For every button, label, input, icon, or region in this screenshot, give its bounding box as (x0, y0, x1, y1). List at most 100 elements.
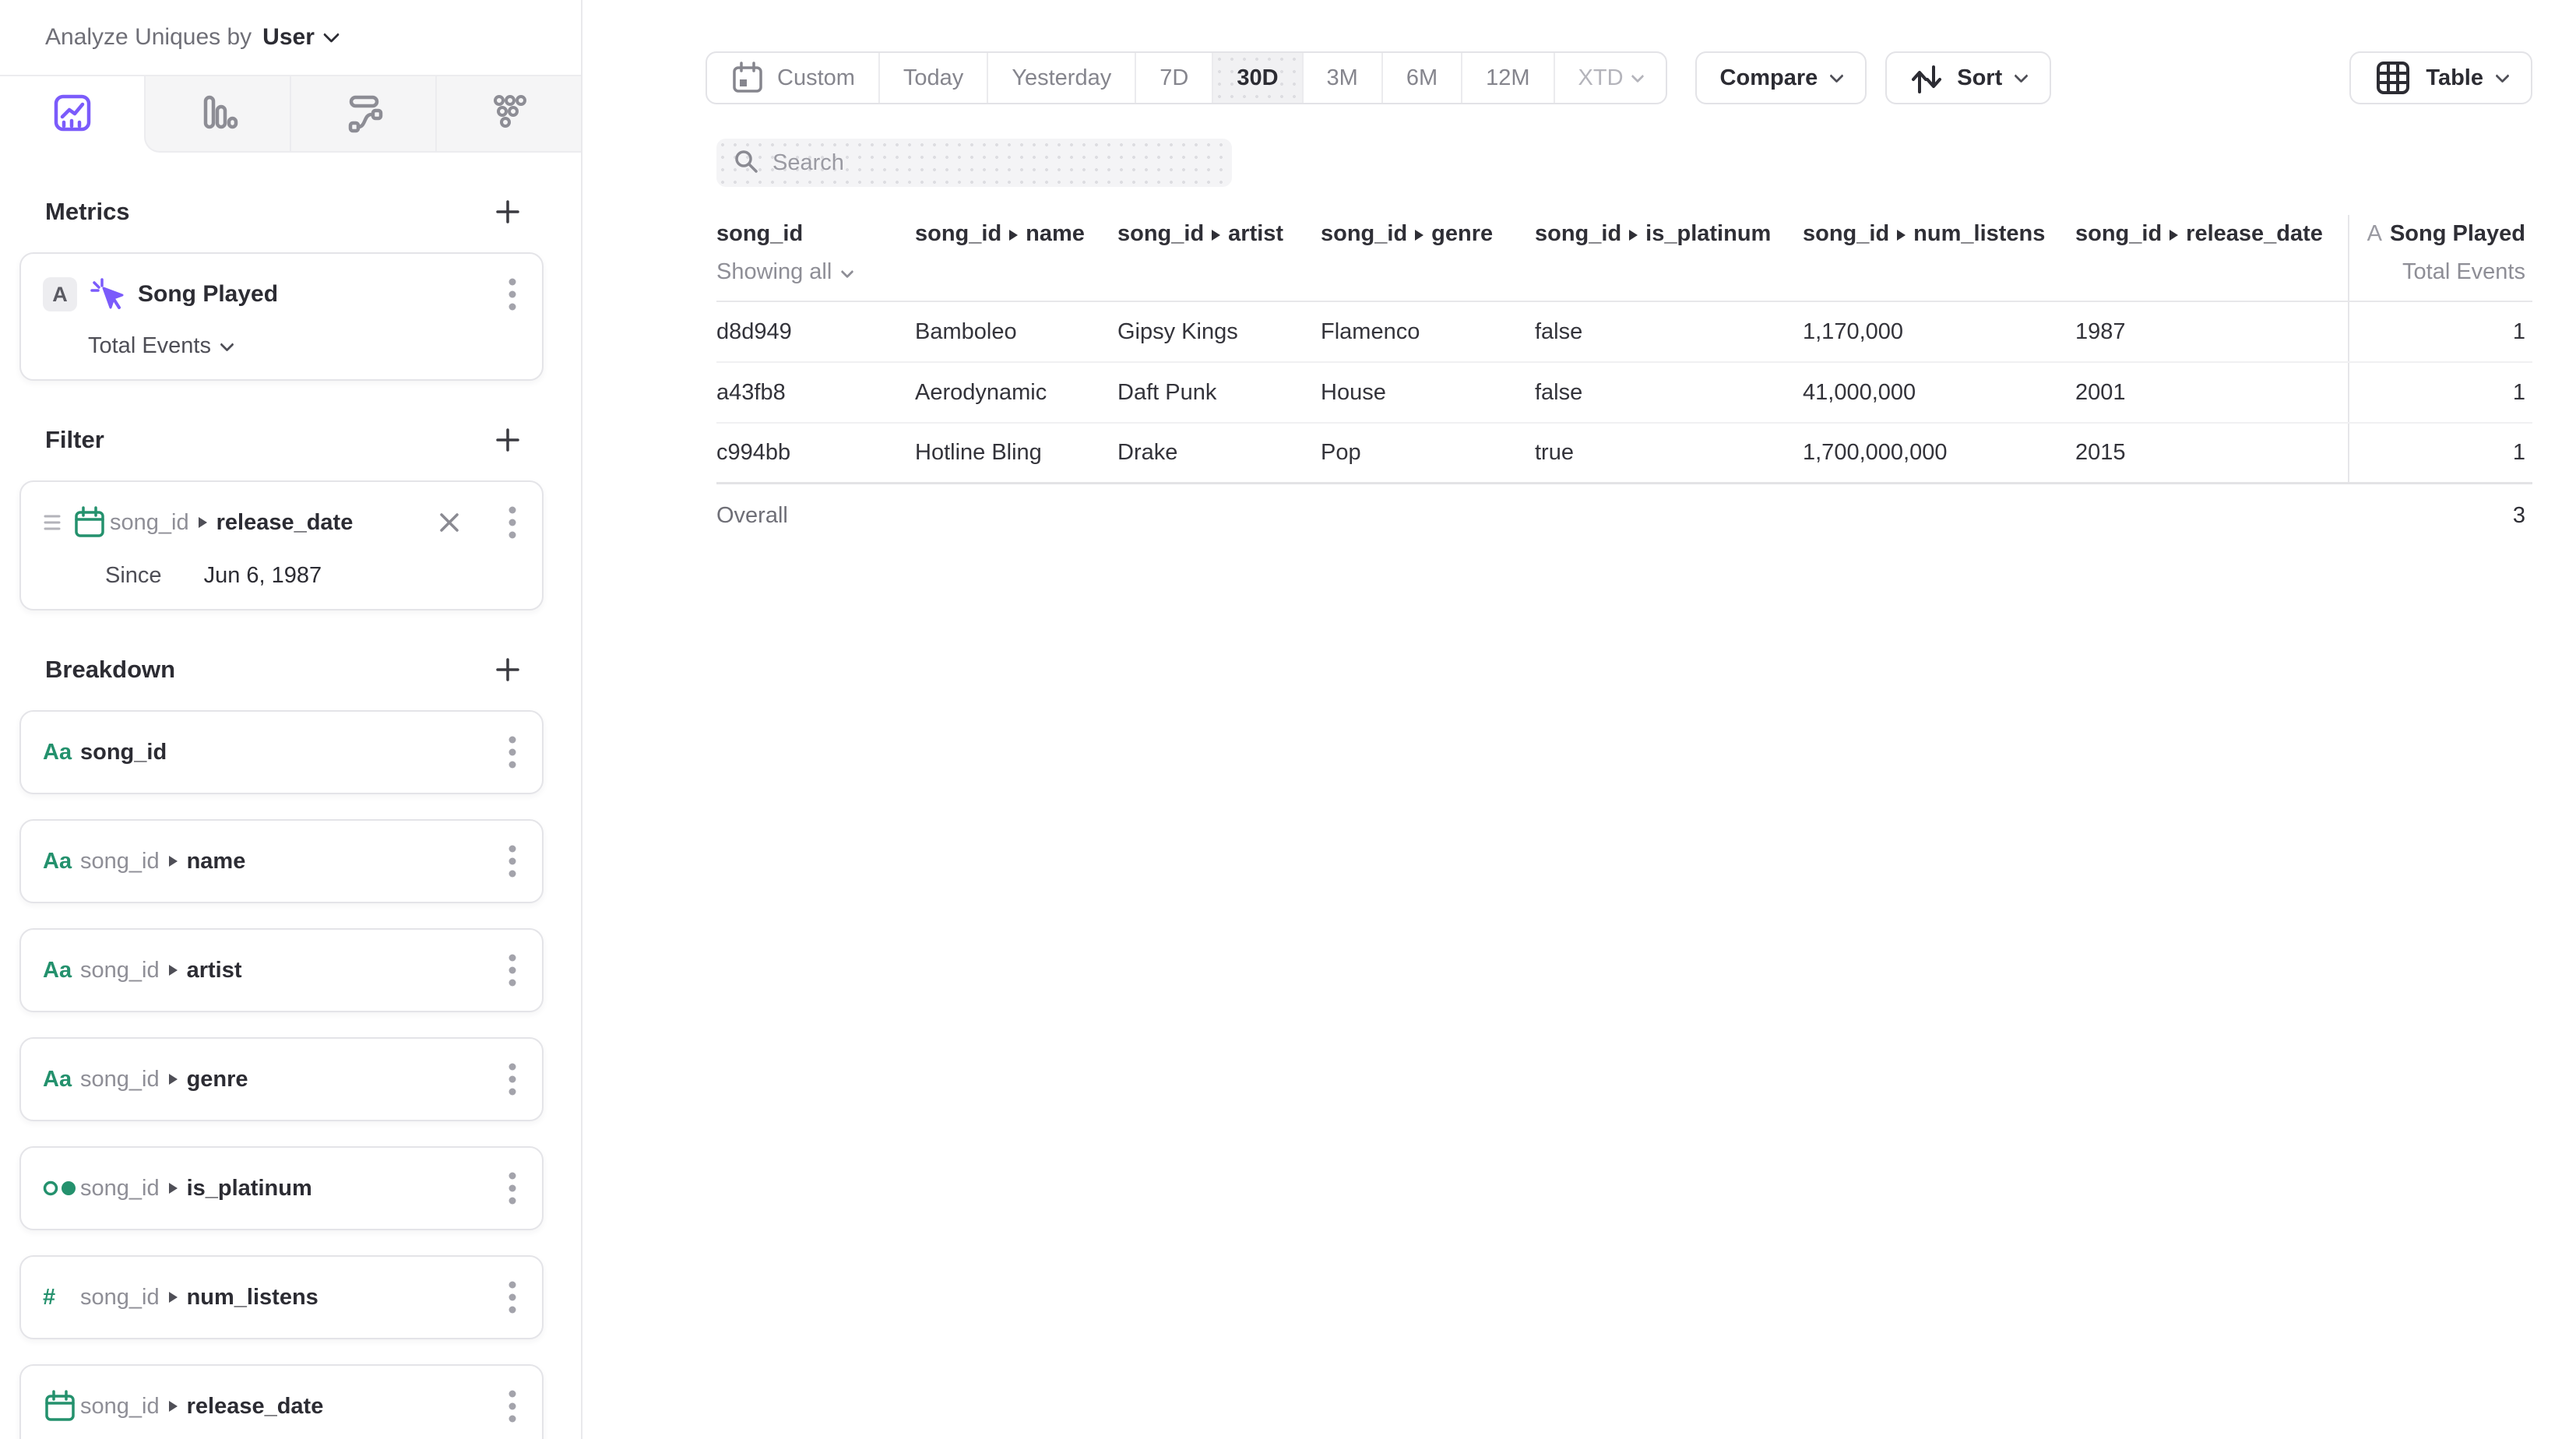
date-range-30d[interactable]: 30D (1212, 53, 1301, 103)
cell-genre: Flamenco (1321, 302, 1535, 361)
cell-artist: Daft Punk (1117, 363, 1321, 422)
breakdown-title: Breakdown (45, 656, 175, 684)
date-range-12m[interactable]: 12M (1461, 53, 1553, 103)
breakdown-kebab-menu[interactable] (505, 1386, 520, 1427)
chevron-down-icon (2495, 69, 2509, 83)
tab-insights[interactable] (0, 76, 144, 153)
column-header-release-date[interactable]: song_idrelease_date (2075, 215, 2348, 301)
date-range-segmented-control: Custom Today Yesterday 7D 30D 3M 6M 12M … (706, 51, 1667, 104)
query-builder-sidebar: Analyze Uniques by User Metrics (0, 0, 582, 1439)
sort-button[interactable]: Sort (1885, 51, 2051, 104)
cell-genre: House (1321, 363, 1535, 422)
arrow-right-icon (169, 965, 178, 976)
insights-report-app: Analyze Uniques by User Metrics (0, 0, 2576, 1439)
chevron-down-icon (2015, 69, 2029, 83)
tab-funnels[interactable] (435, 76, 581, 153)
column-header-artist[interactable]: song_idartist (1117, 215, 1321, 301)
date-range-today[interactable]: Today (878, 53, 987, 103)
aggregation-dropdown[interactable]: Total Events (88, 333, 520, 359)
number-property-icon: # (43, 1285, 80, 1311)
column-header-song-id[interactable]: song_id Showing all (716, 215, 915, 301)
date-range-custom[interactable]: Custom (707, 53, 878, 103)
date-range-yesterday[interactable]: Yesterday (987, 53, 1135, 103)
cell-metric-value: 1 (2348, 302, 2525, 361)
search-input[interactable] (771, 150, 1215, 177)
breakdown-item-artist[interactable]: Aa song_id artist (19, 928, 544, 1012)
date-range-xtd[interactable]: XTD (1554, 53, 1666, 103)
breakdown-section-header: Breakdown (19, 654, 544, 685)
cell-song-id: c994bb (716, 424, 915, 482)
text-property-icon: Aa (43, 958, 80, 983)
insights-chart-icon (51, 91, 94, 139)
table-grid-icon (2374, 59, 2412, 97)
breakdown-kebab-menu[interactable] (505, 1168, 520, 1209)
compare-button[interactable]: Compare (1695, 51, 1867, 104)
sidebar-scroll-area: Metrics A Song Played Total Events Filte… (0, 153, 581, 1439)
bar-chart-icon (196, 90, 240, 138)
breakdown-kebab-menu[interactable] (505, 841, 520, 881)
remove-filter-button[interactable] (438, 511, 461, 534)
drag-handle-icon[interactable] (43, 512, 62, 533)
breakdown-kebab-menu[interactable] (505, 732, 520, 772)
search-icon (734, 149, 758, 178)
breakdown-item-genre[interactable]: Aa song_id genre (19, 1037, 544, 1121)
table-row: d8d949 Bamboleo Gipsy Kings Flamenco fal… (716, 302, 2532, 363)
text-property-icon: Aa (43, 740, 80, 765)
arrow-right-icon (1629, 230, 1638, 241)
filter-property-name: release_date (216, 510, 354, 536)
column-header-genre[interactable]: song_idgenre (1321, 215, 1535, 301)
tab-flows[interactable] (290, 76, 435, 153)
filter-operator-dropdown[interactable]: Since (105, 563, 162, 588)
breakdown-kebab-menu[interactable] (505, 1277, 520, 1318)
add-breakdown-button[interactable] (492, 654, 523, 685)
metric-card[interactable]: A Song Played Total Events (19, 252, 544, 381)
flow-icon (342, 90, 385, 138)
text-property-icon: Aa (43, 1067, 80, 1092)
table-search-box[interactable] (716, 139, 1232, 187)
cell-release-date: 2015 (2075, 424, 2348, 482)
add-metric-button[interactable] (492, 196, 523, 227)
column-header-is-platinum[interactable]: song_idis_platinum (1535, 215, 1803, 301)
arrow-right-icon (1415, 230, 1423, 241)
arrow-right-icon (169, 1074, 178, 1085)
column-header-metric[interactable]: ASong Played Total Events (2348, 215, 2525, 301)
breakdown-item-num-listens[interactable]: # song_id num_listens (19, 1255, 544, 1339)
analyze-entity-dropdown[interactable]: User (262, 24, 337, 51)
cell-num-listens: 1,170,000 (1803, 302, 2075, 361)
filter-value[interactable]: Jun 6, 1987 (204, 563, 322, 588)
breakdown-item-name[interactable]: Aa song_id name (19, 819, 544, 903)
arrow-right-icon (169, 1292, 178, 1303)
view-selector-button[interactable]: Table (2349, 51, 2532, 104)
column-header-name[interactable]: song_idname (915, 215, 1117, 301)
metric-kebab-menu[interactable] (505, 274, 520, 315)
filter-card[interactable]: song_id release_date Since Jun 6, 1987 (19, 480, 544, 610)
showing-all-dropdown[interactable]: Showing all (716, 259, 915, 285)
cell-metric-value: 1 (2348, 363, 2525, 422)
cell-artist: Drake (1117, 424, 1321, 482)
text-property-icon: Aa (43, 849, 80, 874)
breakdown-item-song-id[interactable]: Aa song_id (19, 710, 544, 794)
report-main: Custom Today Yesterday 7D 30D 3M 6M 12M … (582, 0, 2576, 1439)
add-filter-button[interactable] (492, 424, 523, 456)
cell-is-platinum: true (1535, 424, 1803, 482)
tab-bar-chart[interactable] (144, 76, 290, 153)
breakdown-kebab-menu[interactable] (505, 950, 520, 990)
filter-kebab-menu[interactable] (505, 502, 520, 543)
filter-property-prefix: song_id (110, 510, 189, 536)
breakdown-kebab-menu[interactable] (505, 1059, 520, 1099)
date-range-3m[interactable]: 3M (1302, 53, 1381, 103)
breakdown-item-is-platinum[interactable]: song_id is_platinum (19, 1146, 544, 1230)
arrow-right-icon (1897, 230, 1906, 241)
visualization-tab-bar (0, 75, 581, 153)
date-range-6m[interactable]: 6M (1381, 53, 1461, 103)
results-table: song_id Showing all song_idname song_ida… (716, 215, 2532, 547)
column-header-num-listens[interactable]: song_idnum_listens (1803, 215, 2075, 301)
boolean-property-icon (43, 1179, 80, 1198)
date-property-icon (43, 1389, 80, 1423)
breakdown-item-release-date[interactable]: song_id release_date by Year (19, 1364, 544, 1439)
filter-title: Filter (45, 426, 104, 454)
metrics-title: Metrics (45, 198, 130, 226)
date-range-7d[interactable]: 7D (1135, 53, 1212, 103)
arrow-right-icon (169, 1183, 178, 1194)
metric-letter-badge: A (43, 277, 77, 311)
